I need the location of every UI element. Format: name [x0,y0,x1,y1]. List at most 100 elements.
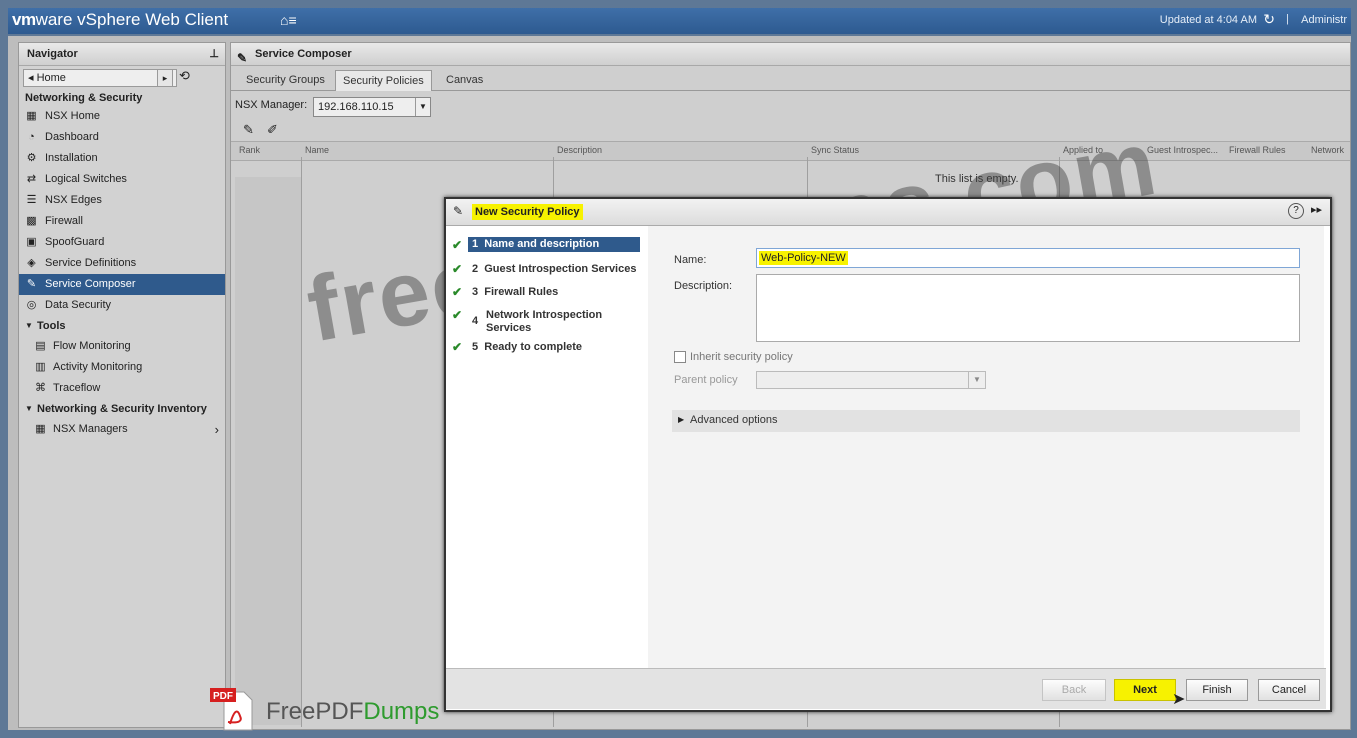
sidebar-item-label: Flow Monitoring [53,340,131,352]
advanced-options[interactable]: ▶ Advanced options [672,410,1300,432]
sidebar-item-label: Activity Monitoring [53,361,143,373]
tab-canvas[interactable]: Canvas [439,70,490,90]
column-firewall-rules[interactable]: Firewall Rules [1229,145,1286,155]
sidebar-item-activity-monitoring[interactable]: ▥ Activity Monitoring [19,357,225,378]
sidebar-item-installation[interactable]: ⚙ Installation [19,148,225,169]
wizard-steps: ✔ 1 Name and description ✔ 2 Guest Introsp… [446,226,648,668]
traceflow-icon: ⌘ [35,382,46,394]
top-bar: vmware vSphere Web Client ⌂≡ Updated at … [8,8,1351,34]
edit-policy-icon[interactable]: ✐ [267,122,278,138]
sidebar-item-nsx-home[interactable]: ▦ NSX Home [19,106,225,127]
sidebar-item-service-definitions[interactable]: ◈ Service Definitions [19,253,225,274]
help-icon[interactable]: ? [1288,203,1304,219]
history-icon[interactable]: ⟲ [179,68,190,84]
wizard-step-label: 2 Guest Introspection Services [472,263,637,275]
sidebar-item-dashboard[interactable]: ◔ Dashboard [19,127,225,148]
sidebar-item-label: Service Composer [45,278,136,290]
sidebar-item-firewall[interactable]: ▩ Firewall [19,211,225,232]
wizard-step-label: Network Introspection Services [486,309,603,334]
nav-group-label: Tools [37,320,66,332]
expand-triangle-icon: ▼ [25,404,33,413]
dashboard-icon: ◔ [28,131,35,143]
navigator-header: Navigator ⊥ [19,43,225,66]
refresh-icon[interactable]: ↻ [1263,11,1275,28]
check-icon: ✔ [452,262,463,276]
service-def-icon: ◈ [27,257,36,269]
brand-product: vSphere Web Client [72,10,229,29]
column-rank[interactable]: Rank [239,145,260,155]
tab-security-groups[interactable]: Security Groups [239,70,332,90]
check-icon: ✔ [452,308,463,322]
expand-triangle-icon: ▼ [25,321,33,330]
wizard-step-2[interactable]: ✔ 2 Guest Introspection Services [452,262,644,278]
screenshot-frame: vmware vSphere Web Client ⌂≡ Updated at … [0,0,1357,738]
flow-monitoring-icon: ▤ [35,340,46,352]
back-button[interactable]: Back [1042,679,1106,701]
nsx-manager-value: 192.168.110.15 [318,101,394,113]
edge-icon: ☰ [26,194,37,206]
pdf-badge-text: PDF [213,691,233,702]
nsx-manager-row: NSX Manager: 192.168.110.15 ▼ [231,91,1350,119]
parent-policy-select[interactable]: ▼ [756,371,986,389]
description-field[interactable] [756,274,1300,342]
new-policy-icon[interactable]: ✎ [243,122,254,138]
sidebar-item-label: Data Security [45,299,112,311]
mouse-cursor-icon: ➤ [1172,691,1186,708]
wizard-step-4[interactable]: ✔ 4 Network Introspection Services [452,308,644,338]
sidebar-item-label: Service Definitions [45,257,137,269]
column-guest-introspection[interactable]: Guest Introspec... [1147,145,1218,155]
cancel-button[interactable]: Cancel [1258,679,1320,701]
sidebar-item-nsx-managers[interactable]: ▦ NSX Managers › [19,419,225,440]
sidebar-item-service-composer[interactable]: ✎ Service Composer [19,274,225,295]
nsx-home-icon: ▦ [26,110,37,122]
column-network[interactable]: Network [1311,145,1344,155]
name-field[interactable]: Web-Policy-NEW [756,248,1300,268]
forward-icon[interactable]: ▸ [157,69,173,87]
wizard-step-3[interactable]: ✔ 3 Firewall Rules [452,285,644,301]
sidebar-item-spoofguard[interactable]: ▣ SpoofGuard [19,232,225,253]
sidebar-item-data-security[interactable]: ◎ Data Security [19,295,225,316]
tab-bar: Security Groups Security Policies Canvas [231,66,1350,91]
app-brand: vmware vSphere Web Client [12,10,228,30]
user-menu[interactable]: Administr [1301,14,1347,26]
next-button[interactable]: Next [1114,679,1176,701]
sidebar-item-label: SpoofGuard [45,236,105,248]
column-sync-status[interactable]: Sync Status [811,145,859,155]
sidebar-item-traceflow[interactable]: ⌘ Traceflow [19,378,225,399]
inherit-checkbox[interactable] [674,351,686,363]
sidebar-item-logical-switches[interactable]: ⇄ Logical Switches [19,169,225,190]
column-name[interactable]: Name [305,145,329,155]
tab-security-policies[interactable]: Security Policies [335,70,432,91]
parent-policy-label: Parent policy [674,374,738,386]
wizard-step-1[interactable]: ✔ 1 Name and description [452,237,644,254]
finish-button[interactable]: Finish [1186,679,1248,701]
nav-group-tools[interactable]: ▼ Tools [19,316,225,336]
nav-group-inventory[interactable]: ▼ Networking & Security Inventory [19,399,225,419]
wizard-step-label: 1 Name and description [468,237,640,252]
logo-text-part2: Dumps [363,698,440,725]
policy-form: Name: Web-Policy-NEW Description: Inheri… [648,226,1324,668]
dialog-title: New Security Policy [472,204,583,220]
service-composer-icon: ✎ [26,278,37,290]
sidebar-item-nsx-edges[interactable]: ☰ NSX Edges [19,190,225,211]
pin-icon[interactable]: ⊥ [209,43,219,65]
name-value: Web-Policy-NEW [759,251,848,265]
nsx-manager-select[interactable]: 192.168.110.15 ▼ [313,97,431,117]
home-menu-icon[interactable]: ⌂≡ [280,12,297,28]
expand-icon[interactable]: ▸▸ [1311,203,1322,216]
inherit-label: Inherit security policy [690,351,793,363]
nsx-manager-label: NSX Manager: [235,99,308,111]
description-label: Description: [674,280,733,292]
data-security-icon: ◎ [26,299,37,311]
check-icon: ✔ [452,238,463,252]
chevron-right-icon[interactable]: › [215,419,219,440]
sidebar-item-label: Logical Switches [45,173,127,185]
nav-section-networking-security: Networking & Security [25,92,143,104]
policy-toolbar: ✎ ✐ [231,119,1350,141]
column-description[interactable]: Description [557,145,602,155]
sidebar-item-flow-monitoring[interactable]: ▤ Flow Monitoring [19,336,225,357]
home-button[interactable]: ◂ Home [23,69,177,87]
wizard-step-5[interactable]: ✔ 5 Ready to complete [452,340,644,356]
wizard-step-label: 3 Firewall Rules [472,286,559,298]
sidebar-item-label: NSX Managers [53,423,128,435]
